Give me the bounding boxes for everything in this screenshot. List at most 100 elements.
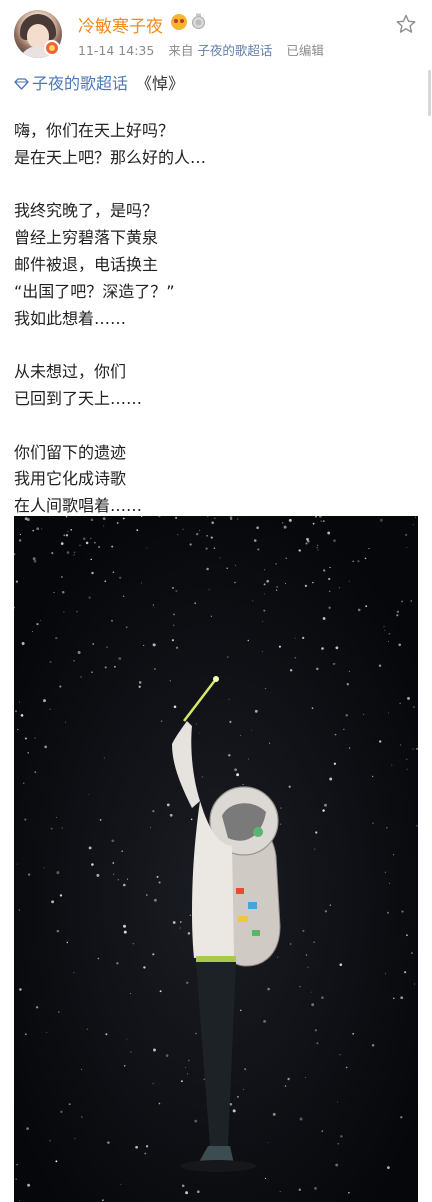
star	[288, 518, 292, 522]
star	[371, 775, 374, 778]
post-image[interactable]	[14, 516, 418, 1202]
star	[158, 1102, 161, 1105]
poem-line	[14, 332, 414, 359]
star	[335, 1163, 339, 1167]
star	[371, 1044, 375, 1047]
star	[285, 557, 288, 560]
star	[130, 1051, 132, 1053]
star	[247, 639, 250, 642]
star	[321, 1130, 324, 1132]
star	[18, 539, 22, 542]
star	[73, 551, 76, 554]
star	[114, 666, 116, 668]
medal-icon[interactable]	[191, 13, 206, 30]
star	[27, 873, 31, 876]
star	[68, 1103, 71, 1106]
star	[65, 534, 69, 537]
star	[206, 534, 208, 537]
star	[305, 1077, 307, 1079]
star	[327, 531, 331, 535]
star	[103, 525, 105, 527]
star	[53, 592, 55, 594]
poem-line: 从未想过，你们	[14, 362, 127, 382]
star	[387, 911, 390, 914]
scroll-indicator[interactable]	[428, 70, 431, 116]
star	[304, 584, 307, 587]
star	[102, 517, 106, 521]
star	[166, 803, 170, 807]
star	[346, 683, 349, 686]
star	[226, 567, 228, 570]
star	[55, 636, 58, 640]
star	[19, 988, 22, 991]
star	[76, 611, 78, 613]
star	[126, 878, 129, 880]
vip-face-icon[interactable]	[171, 14, 187, 30]
star	[322, 809, 325, 812]
super-topic-diamond-icon	[14, 78, 29, 90]
star	[152, 604, 155, 606]
star	[299, 1117, 303, 1121]
star	[305, 954, 308, 956]
star	[79, 544, 81, 546]
star	[70, 528, 73, 531]
star	[112, 873, 115, 875]
star	[182, 528, 184, 530]
star	[152, 810, 155, 813]
star	[211, 521, 214, 524]
star	[36, 622, 39, 626]
star	[298, 549, 301, 552]
poem-line: 是在天上吧？那么好的人…	[14, 147, 207, 167]
star	[416, 748, 418, 750]
star	[316, 544, 319, 547]
star	[88, 596, 91, 599]
star	[198, 732, 200, 734]
star	[243, 1089, 245, 1090]
star	[91, 671, 93, 674]
star	[236, 1095, 239, 1098]
star	[244, 1068, 247, 1071]
star	[152, 953, 155, 956]
edited-label[interactable]: 已编辑	[286, 43, 324, 58]
star	[263, 583, 266, 586]
username[interactable]: 冷敏寒子夜	[78, 12, 163, 37]
star	[206, 567, 209, 571]
star	[410, 952, 413, 955]
source-link[interactable]: 子夜的歌超话	[197, 43, 272, 58]
star	[264, 569, 266, 571]
poem-line: 我终究晚了，是吗？	[14, 201, 159, 221]
topic-link[interactable]: 子夜的歌超话	[32, 74, 128, 93]
star	[106, 646, 108, 648]
star	[179, 927, 181, 929]
star	[32, 529, 35, 532]
star	[413, 983, 416, 985]
star-icon[interactable]	[396, 14, 416, 34]
star	[123, 924, 126, 928]
star	[160, 720, 163, 723]
star	[228, 698, 230, 700]
star	[232, 1109, 236, 1113]
star	[150, 826, 151, 828]
star	[284, 583, 287, 585]
star	[407, 696, 410, 700]
star	[98, 546, 101, 548]
star	[66, 551, 70, 554]
star	[112, 571, 115, 574]
star	[18, 909, 21, 911]
poem-line	[14, 413, 414, 440]
star	[92, 643, 94, 645]
star	[190, 818, 193, 821]
star	[234, 768, 237, 772]
poem-body: 嗨，你们在天上好吗？ 是在天上吧？那么好的人… 我终究晚了，是吗？ 曾经上穷碧落…	[14, 118, 414, 520]
star	[400, 1116, 403, 1119]
star	[88, 846, 92, 850]
star	[363, 713, 365, 715]
star	[310, 991, 312, 993]
star	[74, 1137, 76, 1140]
star	[348, 670, 350, 672]
star	[272, 1112, 276, 1116]
star	[294, 637, 296, 639]
star	[404, 971, 407, 974]
star	[61, 576, 63, 578]
wand-spark	[213, 676, 219, 682]
